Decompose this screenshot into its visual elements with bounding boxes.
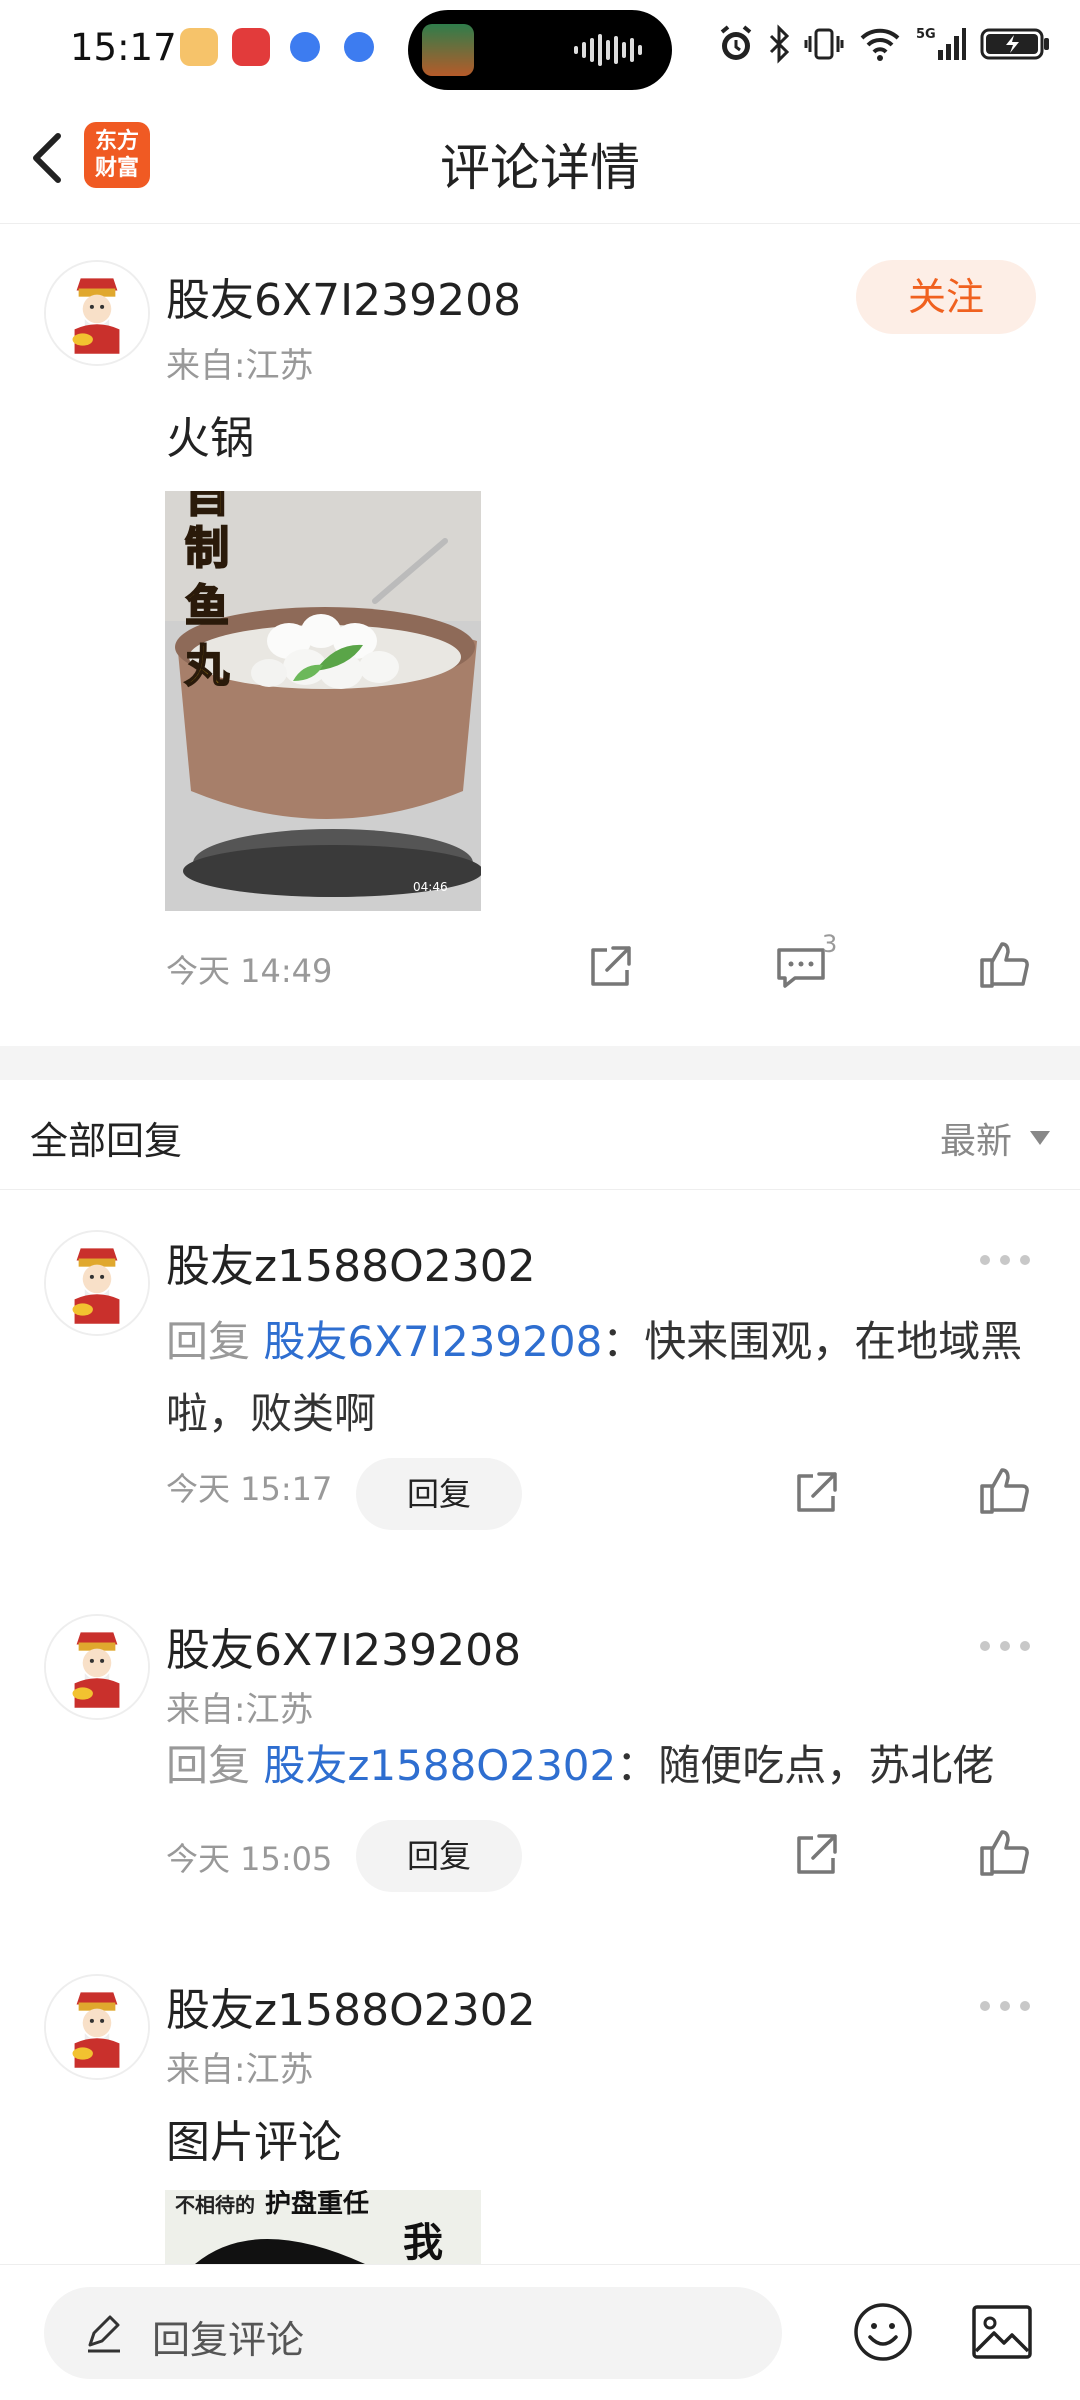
reply-button[interactable]: 回复 xyxy=(356,1458,522,1530)
caret-down-icon xyxy=(1030,1131,1050,1145)
more-icon[interactable] xyxy=(980,1998,1030,2014)
share-icon[interactable] xyxy=(789,1826,845,1882)
reply-text: 回复 股友6X7I239208：快来围观，在地域黑啦，败类啊 xyxy=(166,1306,1026,1450)
fishball-soup-image: 自 制 鱼 丸 04:46 xyxy=(165,491,481,911)
username[interactable]: 股友z1588O2302 xyxy=(166,1974,536,2038)
reply-item: 股友z1588O2302 回复 股友6X7I239208：快来围观，在地域黑啦，… xyxy=(0,1190,1080,1570)
system-status-icons: 5G xyxy=(718,24,1050,64)
post-image[interactable]: 自 制 鱼 丸 04:46 xyxy=(165,491,481,911)
avatar[interactable] xyxy=(44,1230,150,1336)
image-caption-text: 自 xyxy=(185,491,229,522)
svg-text:护盘重任: 护盘重任 xyxy=(265,2190,369,2219)
comment-icon[interactable] xyxy=(773,938,829,994)
cellular-signal-icon: 5G xyxy=(916,27,966,60)
more-icon[interactable] xyxy=(980,1252,1030,1268)
svg-text:不相待的: 不相待的 xyxy=(175,2193,255,2217)
reply-prefix: 回复 xyxy=(166,1317,264,1366)
thumbs-up-icon[interactable] xyxy=(976,936,1032,992)
bottom-input-bar: 回复评论 xyxy=(0,2264,1080,2400)
share-icon[interactable] xyxy=(583,938,639,994)
reply-time: 今天 15:05 xyxy=(166,1840,333,1878)
image-icon[interactable] xyxy=(970,2303,1034,2361)
reply-input[interactable]: 回复评论 xyxy=(44,2287,782,2379)
avatar[interactable] xyxy=(44,1974,150,2080)
svg-text:鱼: 鱼 xyxy=(185,581,229,632)
caishen-avatar-icon xyxy=(46,262,148,364)
caishen-avatar-icon xyxy=(46,1232,148,1334)
page-title: 评论详情 xyxy=(440,139,640,197)
svg-text:丸: 丸 xyxy=(184,641,229,692)
media-thumbnail xyxy=(422,24,474,76)
reply-input-placeholder: 回复评论 xyxy=(152,2318,305,2362)
follow-button[interactable]: 关注 xyxy=(856,260,1036,334)
share-icon[interactable] xyxy=(789,1464,845,1520)
alarm-icon xyxy=(720,25,752,60)
reply-text: 回复 股友z1588O2302：随便吃点，苏北佬 xyxy=(166,1730,1026,1802)
reply-content: 图片评论 xyxy=(166,2117,342,2168)
reply-button[interactable]: 回复 xyxy=(356,1820,522,1892)
audio-wave-icon xyxy=(574,34,642,66)
notification-app-icon xyxy=(290,32,320,62)
username[interactable]: 股友6X7I239208 xyxy=(166,1614,521,1678)
reply-time: 今天 15:17 xyxy=(166,1470,333,1508)
location-label: 来自:江苏 xyxy=(166,1690,314,1730)
dynamic-island[interactable] xyxy=(408,10,672,90)
svg-text:04:46: 04:46 xyxy=(413,880,448,894)
caishen-avatar-icon xyxy=(46,1616,148,1718)
top-nav-bar: 东方 财富 评论详情 xyxy=(0,100,1080,224)
notification-app-icon xyxy=(180,28,218,66)
mention-link[interactable]: 股友z1588O2302 xyxy=(263,1741,616,1790)
bluetooth-icon xyxy=(769,24,790,64)
thumbs-up-icon[interactable] xyxy=(976,1462,1032,1518)
status-notification-icons xyxy=(180,28,374,66)
vibrate-icon xyxy=(804,28,844,60)
reply-item: 股友6X7I239208 来自:江苏 回复 股友z1588O2302：随便吃点，… xyxy=(0,1570,1080,1930)
section-divider xyxy=(0,1046,1080,1080)
emoji-icon[interactable] xyxy=(852,2301,914,2363)
wifi-icon xyxy=(860,28,900,61)
status-bar: 15:17 5G xyxy=(0,0,1080,100)
avatar[interactable] xyxy=(44,1614,150,1720)
username[interactable]: 股友6X7I239208 xyxy=(166,264,521,328)
caishen-avatar-icon xyxy=(46,1976,148,2078)
avatar[interactable] xyxy=(44,260,150,366)
notification-app-icon xyxy=(232,28,270,66)
sort-label: 最新 xyxy=(939,1121,1012,1162)
post-time: 今天 14:49 xyxy=(166,952,333,990)
battery-icon xyxy=(980,28,1049,60)
location-label: 来自:江苏 xyxy=(166,2050,314,2090)
sort-dropdown[interactable]: 最新 xyxy=(940,1112,1050,1164)
comment-count-badge: 3 xyxy=(822,930,838,958)
pencil-icon xyxy=(88,2315,120,2353)
meme-image: 不相待的 护盘重任 我 xyxy=(165,2190,481,2264)
status-time: 15:17 xyxy=(70,26,177,69)
username[interactable]: 股友z1588O2302 xyxy=(166,1230,536,1294)
post-text: 火锅 xyxy=(166,413,254,464)
main-post: 股友6X7I239208 来自:江苏 关注 火锅 自 制 鱼 丸 04:46 今… xyxy=(0,224,1080,1044)
notification-app-icon xyxy=(344,32,374,62)
reply-image[interactable]: 不相待的 护盘重任 我 xyxy=(165,2190,481,2264)
mention-link[interactable]: 股友6X7I239208 xyxy=(263,1317,602,1366)
reply-prefix: 回复 xyxy=(166,1741,264,1790)
thumbs-up-icon[interactable] xyxy=(976,1824,1032,1880)
svg-text:我: 我 xyxy=(403,2220,443,2264)
svg-text:制: 制 xyxy=(185,523,229,574)
location-label: 来自:江苏 xyxy=(166,346,314,386)
reply-content: ：随便吃点，苏北佬 xyxy=(616,1741,995,1790)
replies-title: 全部回复 xyxy=(30,1119,183,1163)
reply-item: 股友z1588O2302 来自:江苏 图片评论 不相待的 护盘重任 我 xyxy=(0,1930,1080,2264)
more-icon[interactable] xyxy=(980,1638,1030,1654)
replies-header: 全部回复 最新 xyxy=(0,1080,1080,1190)
svg-text:5G: 5G xyxy=(916,27,936,42)
